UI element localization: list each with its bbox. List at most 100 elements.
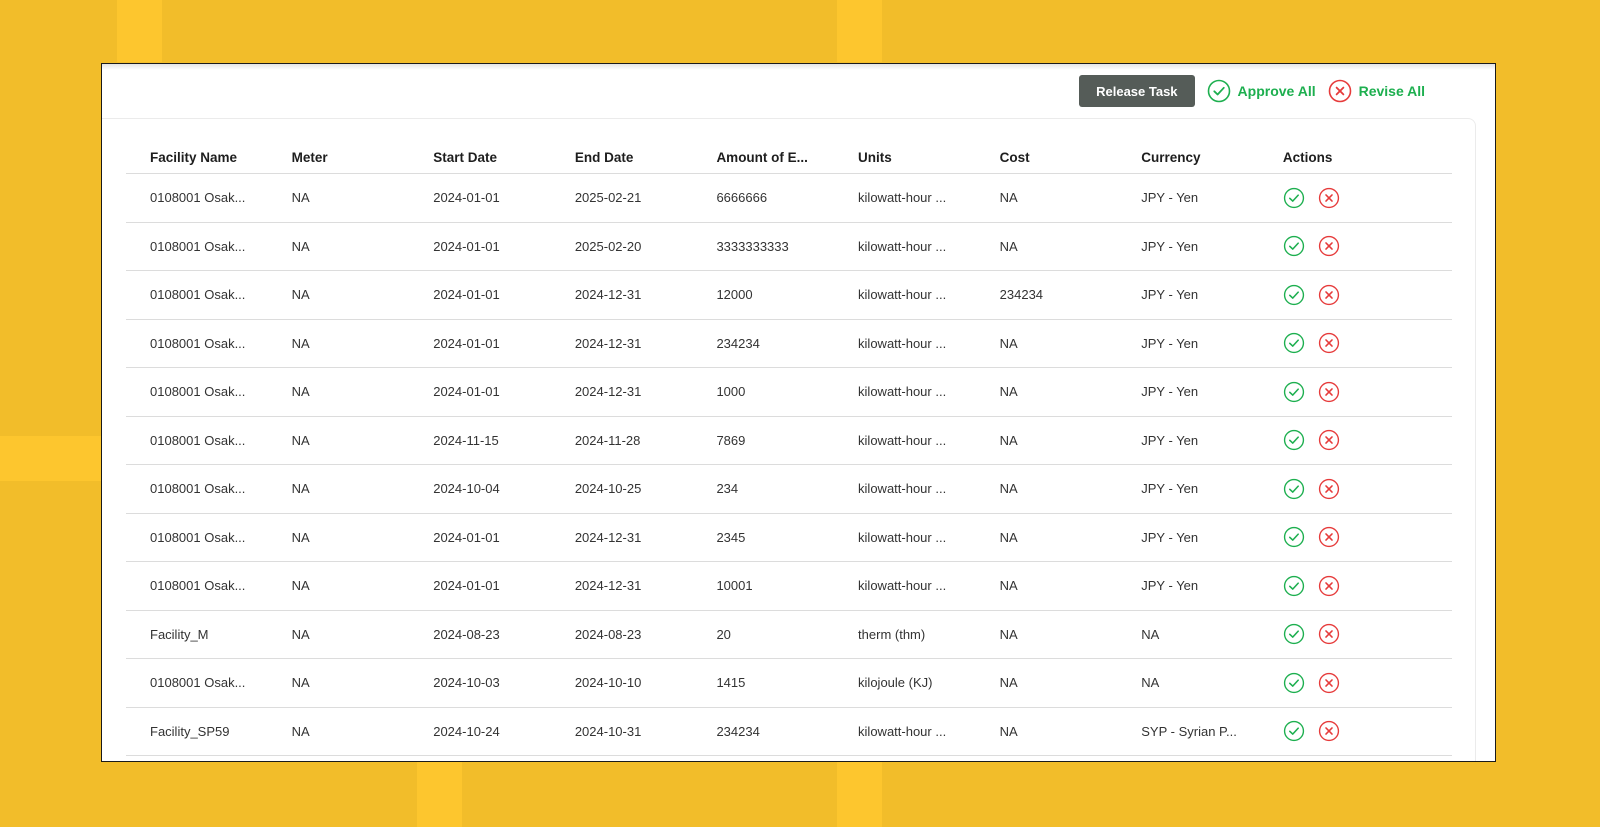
cell-amount: 234234: [692, 707, 835, 756]
cell-facility-name: 0108001 Osak...: [126, 270, 268, 320]
table-row: 0108001 Osak... NA 2024-10-04 2024-10-25 234…: [126, 464, 1452, 514]
cell-units: kilowatt-hour ...: [834, 416, 976, 465]
cell-cost: NA: [975, 319, 1118, 368]
cell-start-date: 2024-01-01: [409, 173, 551, 223]
cell-facility-name: 0108001 Osak...: [126, 173, 268, 223]
cell-actions: [1258, 173, 1452, 223]
revise-x-circle-icon[interactable]: [1318, 284, 1340, 306]
revise-x-circle-icon[interactable]: [1318, 332, 1340, 354]
cell-start-date: 2024-10-04: [409, 464, 551, 514]
cell-currency: JPY - Yen: [1117, 561, 1259, 611]
cell-units: therm (thm): [834, 610, 976, 659]
cell-start-date: 2024-01-01: [409, 319, 551, 368]
cell-meter: NA: [267, 513, 410, 562]
revise-x-circle-icon[interactable]: [1318, 429, 1340, 451]
approve-check-circle-icon[interactable]: [1283, 429, 1305, 451]
revise-x-circle-icon[interactable]: [1318, 478, 1340, 500]
cell-cost: NA: [975, 610, 1118, 659]
cell-cost: NA: [975, 513, 1118, 562]
revise-x-circle-icon[interactable]: [1318, 187, 1340, 209]
cell-start-date: 2024-01-01: [409, 561, 551, 611]
approve-check-circle-icon[interactable]: [1283, 672, 1305, 694]
column-header-meter[interactable]: Meter: [267, 141, 410, 174]
approve-check-circle-icon[interactable]: [1283, 332, 1305, 354]
cell-actions: [1258, 270, 1452, 320]
cell-actions: [1258, 319, 1452, 368]
cell-end-date: 2024-12-31: [550, 561, 693, 611]
cell-cost: NA: [975, 561, 1118, 611]
cell-start-date: 2024-10-03: [409, 658, 551, 708]
cell-end-date: 2025-02-21: [550, 173, 693, 223]
column-header-units[interactable]: Units: [834, 141, 976, 174]
approve-check-circle-icon[interactable]: [1283, 623, 1305, 645]
cell-currency: JPY - Yen: [1117, 270, 1259, 320]
cell-facility-name: 0108001 Osak...: [126, 416, 268, 465]
cell-end-date: 2024-12-31: [550, 319, 693, 368]
approve-all-button[interactable]: Approve All: [1207, 79, 1316, 103]
cell-cost: NA: [975, 367, 1118, 417]
approve-check-circle-icon[interactable]: [1283, 381, 1305, 403]
revise-x-circle-icon[interactable]: [1318, 575, 1340, 597]
approve-check-circle-icon[interactable]: [1283, 526, 1305, 548]
row-actions: [1283, 478, 1452, 500]
revise-x-circle-icon[interactable]: [1318, 381, 1340, 403]
approve-check-circle-icon[interactable]: [1283, 235, 1305, 257]
cell-cost: NA: [975, 173, 1118, 223]
cell-amount: 1000: [692, 367, 835, 417]
column-header-end-date[interactable]: End Date: [550, 141, 693, 174]
cell-actions: [1258, 416, 1452, 465]
cell-currency: JPY - Yen: [1117, 513, 1259, 562]
table-row: 0108001 Osak... NA 2024-01-01 2024-12-31 234…: [126, 513, 1452, 562]
column-header-start-date[interactable]: Start Date: [409, 141, 551, 174]
table-row: Facility_M NA 2024-08-23 2024-08-23 20 therm …: [126, 610, 1452, 659]
column-header-facility-name[interactable]: Facility Name: [126, 141, 268, 174]
cell-start-date: 2024-10-24: [409, 707, 551, 756]
cell-end-date: 2024-10-10: [550, 658, 693, 708]
row-actions: [1283, 672, 1452, 694]
revise-x-circle-icon[interactable]: [1318, 526, 1340, 548]
cell-cost: 234234: [975, 270, 1118, 320]
approve-check-circle-icon[interactable]: [1283, 575, 1305, 597]
cell-currency: JPY - Yen: [1117, 173, 1259, 223]
column-header-amount[interactable]: Amount of E...: [692, 141, 835, 174]
table-row: 0108001 Osak... NA 2024-10-03 2024-10-10 141…: [126, 658, 1452, 708]
column-header-actions[interactable]: Actions: [1258, 141, 1452, 174]
cell-cost: NA: [975, 707, 1118, 756]
cell-amount: 10001: [692, 561, 835, 611]
cell-meter: NA: [267, 464, 410, 514]
cell-meter: NA: [267, 610, 410, 659]
cell-amount: 1415: [692, 658, 835, 708]
cell-currency: JPY - Yen: [1117, 222, 1259, 271]
cell-start-date: 2024-11-15: [409, 416, 551, 465]
data-card: Facility Name Meter Start Date End Date Amou…: [102, 118, 1476, 761]
column-header-currency[interactable]: Currency: [1117, 141, 1259, 174]
cell-cost: NA: [975, 464, 1118, 514]
approve-check-circle-icon[interactable]: [1283, 284, 1305, 306]
table-body: 0108001 Osak... NA 2024-01-01 2025-02-21 666…: [126, 173, 1452, 756]
approve-check-circle-icon[interactable]: [1283, 478, 1305, 500]
approve-check-circle-icon[interactable]: [1283, 187, 1305, 209]
column-header-cost[interactable]: Cost: [975, 141, 1118, 174]
cell-end-date: 2024-08-23: [550, 610, 693, 659]
cell-actions: [1258, 561, 1452, 611]
row-actions: [1283, 235, 1452, 257]
revise-x-circle-icon[interactable]: [1318, 672, 1340, 694]
revise-x-circle-icon[interactable]: [1318, 235, 1340, 257]
revise-x-circle-icon[interactable]: [1318, 720, 1340, 742]
cell-amount: 234: [692, 464, 835, 514]
cell-amount: 6666666: [692, 173, 835, 223]
approve-all-label: Approve All: [1237, 83, 1316, 99]
release-task-button[interactable]: Release Task: [1079, 75, 1195, 107]
table-row: 0108001 Osak... NA 2024-01-01 2024-12-31 100…: [126, 561, 1452, 611]
revise-all-button[interactable]: Revise All: [1328, 79, 1425, 103]
cell-units: kilowatt-hour ...: [834, 222, 976, 271]
revise-x-circle-icon[interactable]: [1318, 623, 1340, 645]
cell-meter: NA: [267, 173, 410, 223]
row-actions: [1283, 187, 1452, 209]
cell-meter: NA: [267, 367, 410, 417]
cell-facility-name: 0108001 Osak...: [126, 222, 268, 271]
cell-units: kilowatt-hour ...: [834, 173, 976, 223]
cell-facility-name: Facility_M: [126, 610, 268, 659]
approve-check-circle-icon[interactable]: [1283, 720, 1305, 742]
cell-currency: NA: [1117, 610, 1259, 659]
